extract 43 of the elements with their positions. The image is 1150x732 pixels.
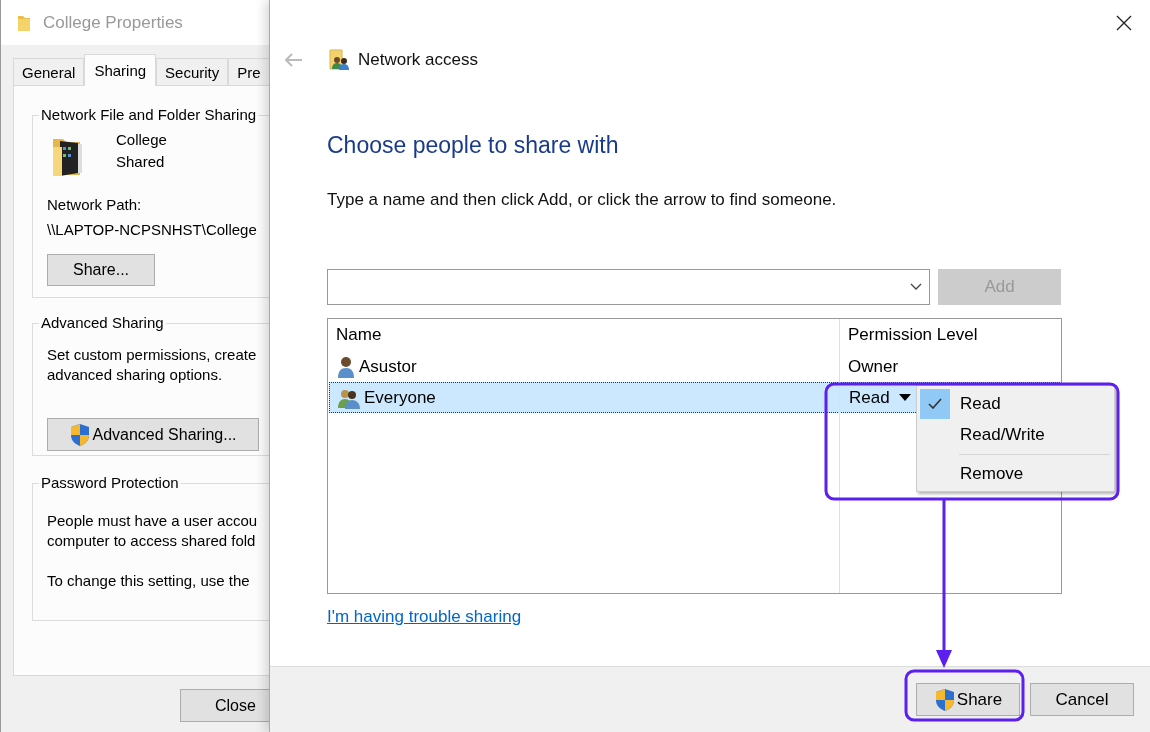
permission-level: Read [849, 387, 890, 408]
user-name: Everyone [364, 387, 436, 408]
check-icon [928, 398, 942, 409]
user-name: Asustor [359, 356, 417, 377]
advanced-sharing-button[interactable]: Advanced Sharing... [47, 418, 259, 451]
share-status: Shared [116, 152, 166, 172]
menu-item[interactable]: Read/Write [917, 419, 1114, 450]
menu-item[interactable]: Remove [917, 456, 1114, 489]
list-row[interactable]: Asustor Owner [329, 351, 1060, 382]
people-folder-icon [329, 49, 349, 71]
share-button[interactable]: Share [916, 683, 1020, 716]
tab[interactable]: General [13, 58, 85, 85]
group-heading: Network File and Folder Sharing [39, 106, 259, 123]
description-text: People must have a user accou [47, 511, 259, 531]
folder-icon [17, 13, 31, 32]
tab[interactable]: Pre [228, 58, 270, 85]
user-icon [336, 355, 356, 378]
share-button[interactable]: Share... [47, 254, 155, 286]
instruction-text: Type a name and then click Add, or click the arrow to find someone. [327, 190, 837, 210]
window-title: College Properties [43, 12, 183, 33]
help-link[interactable]: I'm having trouble sharing [327, 607, 522, 627]
chevron-down-icon[interactable] [910, 283, 922, 291]
group-heading: Advanced Sharing [39, 314, 166, 331]
description-text: advanced sharing options. [47, 365, 224, 385]
folder-name: College [116, 130, 167, 150]
close-icon[interactable] [1116, 14, 1132, 31]
shield-icon [933, 687, 956, 712]
description-text: Set custom permissions, create [47, 345, 258, 365]
cancel-button[interactable]: Cancel [1030, 683, 1134, 716]
description-text: computer to access shared fold [47, 531, 257, 551]
column-header[interactable]: Permission Level [839, 325, 978, 345]
permission-level: Owner [848, 356, 899, 377]
description-text: To change this setting, use the [47, 571, 251, 591]
column-header[interactable]: Name [329, 325, 839, 345]
group-heading: Password Protection [39, 474, 181, 491]
network-path: \\LAPTOP-NCPSNHST\College [47, 220, 258, 240]
path-label: Network Path: [47, 195, 143, 215]
dropdown-caret-icon[interactable] [898, 394, 911, 401]
tab[interactable]: Sharing [84, 54, 157, 86]
dialog-title: Network access [358, 50, 478, 70]
dialog-heading: Choose people to share with [327, 132, 619, 159]
tab[interactable]: Security [156, 58, 229, 85]
shield-icon [69, 422, 92, 447]
